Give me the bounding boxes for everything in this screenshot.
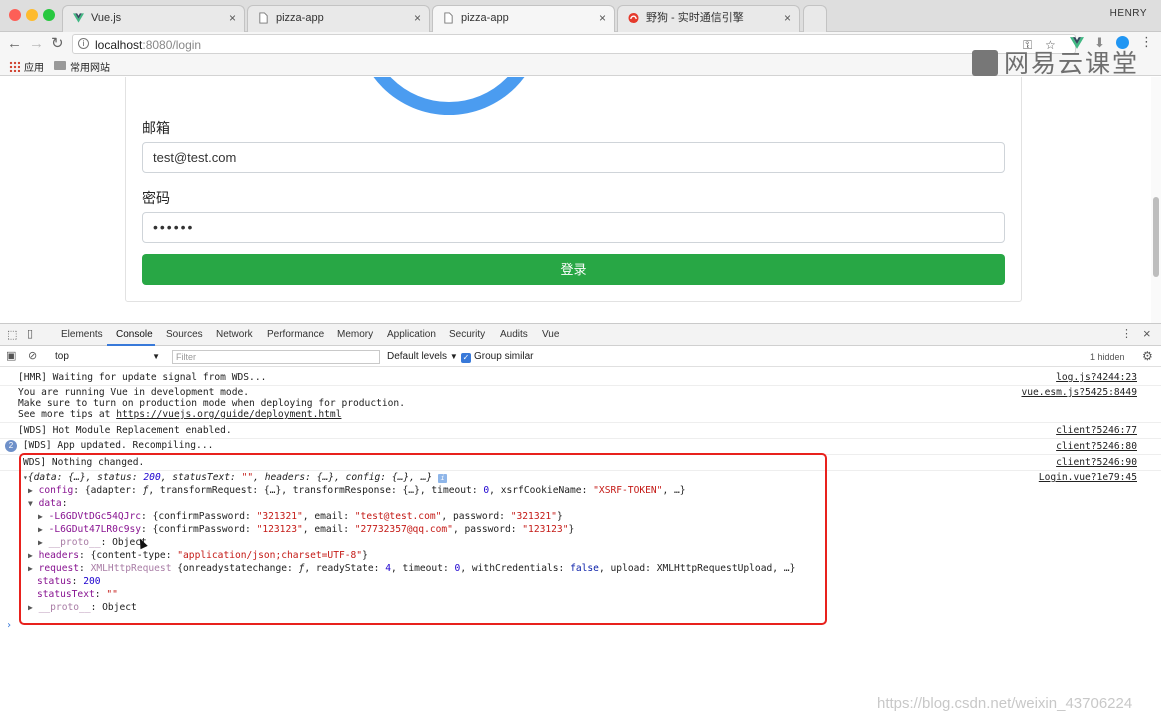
page-icon <box>259 12 268 24</box>
tab-close-icon[interactable]: × <box>414 6 421 30</box>
new-tab-button[interactable] <box>803 5 827 32</box>
devtools-panel: ⬚ ▯ Elements Console Sources Network Per… <box>0 323 1161 712</box>
page-icon <box>444 12 453 24</box>
repeat-count-badge: 2 <box>5 440 17 452</box>
close-devtools-icon[interactable]: × <box>1143 326 1151 341</box>
source-link[interactable]: log.js?4244:23 <box>1056 372 1137 383</box>
divider <box>0 385 1161 386</box>
wilddog-logo-icon <box>628 12 639 24</box>
url-input[interactable]: i localhost:8080/login ⚿ ☆ <box>72 34 1076 54</box>
vue-logo-icon <box>73 13 84 23</box>
bookmark-folder[interactable]: 常用网站 <box>70 59 110 74</box>
tab-performance[interactable]: Performance <box>267 329 324 340</box>
browser-tab-bar: Vue.js × pizza-app × pizza-app × 野狗 - 实时… <box>0 0 1161 32</box>
profile-name[interactable]: HENRY <box>1110 8 1147 19</box>
group-similar-checkbox[interactable]: ✓ Group similar <box>461 351 533 363</box>
browser-tab-pizza-app-1[interactable]: pizza-app × <box>247 5 430 32</box>
console-message: You are running Vue in development mode. <box>18 387 250 398</box>
sidebar-toggle-icon[interactable]: ▣ <box>6 349 16 362</box>
active-tab-indicator <box>107 344 155 346</box>
tab-title: pizza-app <box>461 12 509 24</box>
context-select[interactable]: top ▼ <box>52 349 162 364</box>
clear-console-icon[interactable]: ⊘ <box>28 349 37 362</box>
console-message: See more tips at https://vuejs.org/guide… <box>18 409 342 420</box>
console-message: [WDS] Hot Module Replacement enabled. <box>18 425 232 436</box>
netease-logo-icon <box>972 50 998 76</box>
page-viewport: 邮箱 test@test.com 密码 •••••• 登录 <box>0 77 1161 323</box>
tab-title: 野狗 - 实时通信引擎 <box>646 12 744 24</box>
maximize-window-button[interactable] <box>43 9 55 21</box>
watermark-netease: 网易云课堂 <box>972 44 1139 78</box>
close-window-button[interactable] <box>9 9 21 21</box>
login-button[interactable]: 登录 <box>142 254 1005 285</box>
tab-audits[interactable]: Audits <box>500 329 528 340</box>
console-message: [HMR] Waiting for update signal from WDS… <box>18 372 267 383</box>
tab-close-icon[interactable]: × <box>784 6 791 30</box>
reload-icon[interactable]: ↻ <box>51 35 64 53</box>
email-field[interactable]: test@test.com <box>142 142 1005 173</box>
console-message: 2 [WDS] App updated. Recompiling... <box>5 440 213 452</box>
tab-console[interactable]: Console <box>116 329 153 340</box>
tab-close-icon[interactable]: × <box>229 6 236 30</box>
check-icon: ✓ <box>461 353 471 363</box>
hidden-count: 1 hidden <box>1090 352 1125 362</box>
browser-tab-vuejs[interactable]: Vue.js × <box>62 5 245 32</box>
tab-elements[interactable]: Elements <box>61 329 103 340</box>
page-scrollbar[interactable] <box>1151 77 1161 323</box>
menu-dots-icon[interactable]: ⋮ <box>1140 34 1153 50</box>
watermark-csdn: https://blog.csdn.net/weixin_43706224 <box>877 695 1133 712</box>
apps-grid-icon <box>9 61 20 72</box>
console-toolbar: ▣ ⊘ top ▼ Filter Default levels ▼ ✓ Group … <box>0 347 1161 367</box>
info-icon[interactable]: i <box>78 38 89 49</box>
tab-application[interactable]: Application <box>387 329 436 340</box>
chevron-down-icon: ▼ <box>449 352 458 361</box>
folder-icon <box>54 61 66 70</box>
devtools-menu-icon[interactable]: ⋮ <box>1121 327 1132 340</box>
source-link[interactable]: client?5246:77 <box>1056 425 1137 436</box>
password-field[interactable]: •••••• <box>142 212 1005 243</box>
source-link[interactable]: client?5246:80 <box>1056 441 1137 452</box>
deployment-link[interactable]: https://vuejs.org/guide/deployment.html <box>116 409 341 420</box>
divider <box>0 438 1161 439</box>
console-output: [HMR] Waiting for update signal from WDS… <box>0 368 1161 712</box>
source-link[interactable]: client?5246:90 <box>1056 457 1137 468</box>
tab-memory[interactable]: Memory <box>337 329 373 340</box>
email-label: 邮箱 <box>142 120 170 136</box>
console-message: Make sure to turn on production mode whe… <box>18 398 405 409</box>
levels-dropdown[interactable]: Default levels ▼ <box>387 351 458 362</box>
devtools-tab-bar: ⬚ ▯ Elements Console Sources Network Per… <box>0 324 1161 346</box>
tab-vue[interactable]: Vue <box>542 329 559 340</box>
console-settings-gear-icon[interactable]: ⚙ <box>1142 349 1153 363</box>
source-link[interactable]: Login.vue?1e79:45 <box>1039 472 1137 483</box>
forward-arrow-icon[interactable]: → <box>29 35 44 53</box>
tab-title: pizza-app <box>276 12 324 24</box>
tab-network[interactable]: Network <box>216 329 253 340</box>
source-link[interactable]: vue.esm.js?5425:8449 <box>1021 387 1137 398</box>
filter-input[interactable]: Filter <box>172 350 380 364</box>
tab-sources[interactable]: Sources <box>166 329 203 340</box>
device-toolbar-icon[interactable]: ▯ <box>27 327 33 340</box>
bookmark-apps[interactable]: 应用 <box>24 59 44 74</box>
password-label: 密码 <box>142 190 170 206</box>
tab-security[interactable]: Security <box>449 329 485 340</box>
console-prompt[interactable]: › <box>6 620 12 631</box>
browser-tab-wilddog[interactable]: 野狗 - 实时通信引擎 × <box>617 5 800 32</box>
back-arrow-icon[interactable]: ← <box>7 35 22 53</box>
chevron-down-icon: ▼ <box>152 352 160 361</box>
tab-title: Vue.js <box>91 12 122 24</box>
browser-tab-pizza-app-2[interactable]: pizza-app × <box>432 5 615 32</box>
divider <box>0 422 1161 423</box>
scroll-thumb[interactable] <box>1153 197 1159 277</box>
inspect-element-icon[interactable]: ⬚ <box>7 328 17 341</box>
minimize-window-button[interactable] <box>26 9 38 21</box>
url-text: localhost:8080/login <box>95 38 202 52</box>
tab-close-icon[interactable]: × <box>599 6 606 30</box>
